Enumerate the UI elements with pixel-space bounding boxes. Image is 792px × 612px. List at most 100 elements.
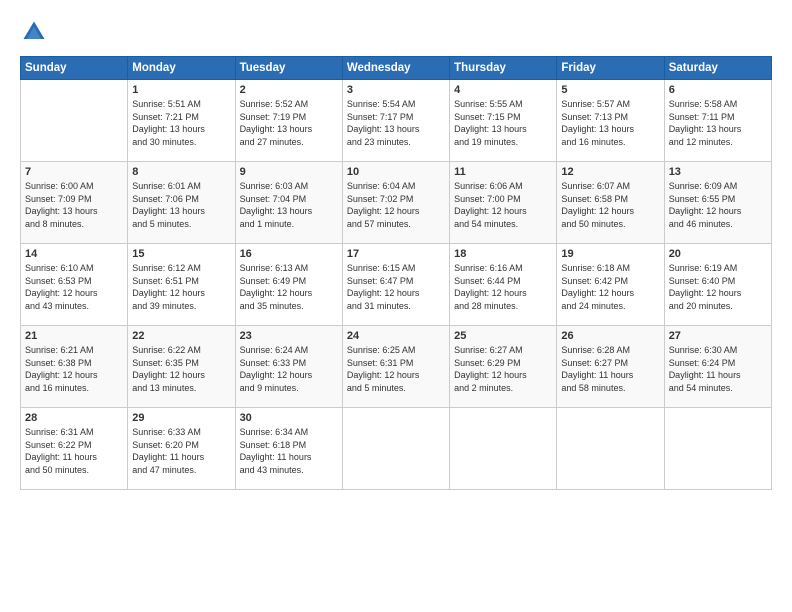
calendar-cell: 6 Sunrise: 5:58 AMSunset: 7:11 PMDaylight… [664, 80, 771, 162]
calendar-cell: 4 Sunrise: 5:55 AMSunset: 7:15 PMDaylight… [450, 80, 557, 162]
day-number: 23 [240, 330, 338, 342]
day-info: Sunrise: 6:12 AMSunset: 6:51 PMDaylight:… [132, 262, 230, 312]
day-info: Sunrise: 5:51 AMSunset: 7:21 PMDaylight:… [132, 98, 230, 148]
calendar-cell: 24Sunrise: 6:25 AMSunset: 6:31 PMDayligh… [342, 326, 449, 408]
day-number: 10 [347, 166, 445, 178]
calendar-cell: 20Sunrise: 6:19 AMSunset: 6:40 PMDayligh… [664, 244, 771, 326]
day-info: Sunrise: 6:03 AMSunset: 7:04 PMDaylight:… [240, 180, 338, 230]
day-number: 15 [132, 248, 230, 260]
day-number: 29 [132, 412, 230, 424]
day-info: Sunrise: 6:30 AMSunset: 6:24 PMDaylight:… [669, 344, 767, 394]
page: SundayMondayTuesdayWednesdayThursdayFrid… [0, 0, 792, 612]
calendar-cell: 3Sunrise: 5:54 AMSunset: 7:17 PMDaylight… [342, 80, 449, 162]
header-cell-saturday: Saturday [664, 57, 771, 80]
week-row-0: 1 Sunrise: 5:51 AMSunset: 7:21 PMDaylight… [21, 80, 772, 162]
week-row-4: 28 Sunrise: 6:31 AMSunset: 6:22 PMDayligh… [21, 408, 772, 490]
day-info: Sunrise: 6:18 AMSunset: 6:42 PMDaylight:… [561, 262, 659, 312]
day-info: Sunrise: 6:22 AMSunset: 6:35 PMDaylight:… [132, 344, 230, 394]
calendar-cell [557, 408, 664, 490]
calendar-cell [342, 408, 449, 490]
day-info: Sunrise: 6:24 AMSunset: 6:33 PMDaylight:… [240, 344, 338, 394]
calendar-cell [21, 80, 128, 162]
calendar-cell: 29 Sunrise: 6:33 AMSunset: 6:20 PMDayligh… [128, 408, 235, 490]
calendar-cell: 18 Sunrise: 6:16 AMSunset: 6:44 PMDayligh… [450, 244, 557, 326]
calendar-cell: 17 Sunrise: 6:15 AMSunset: 6:47 PMDayligh… [342, 244, 449, 326]
logo [20, 18, 52, 46]
day-info: Sunrise: 6:07 AMSunset: 6:58 PMDaylight:… [561, 180, 659, 230]
day-number: 12 [561, 166, 659, 178]
day-info: Sunrise: 6:34 AMSunset: 6:18 PMDaylight:… [240, 426, 338, 476]
logo-icon [20, 18, 48, 46]
day-info: Sunrise: 6:04 AMSunset: 7:02 PMDaylight:… [347, 180, 445, 230]
calendar-cell: 11 Sunrise: 6:06 AMSunset: 7:00 PMDayligh… [450, 162, 557, 244]
day-info: Sunrise: 6:09 AMSunset: 6:55 PMDaylight:… [669, 180, 767, 230]
day-number: 27 [669, 330, 767, 342]
calendar-cell: 9Sunrise: 6:03 AMSunset: 7:04 PMDaylight… [235, 162, 342, 244]
day-number: 8 [132, 166, 230, 178]
day-number: 28 [25, 412, 123, 424]
day-number: 25 [454, 330, 552, 342]
day-info: Sunrise: 6:21 AMSunset: 6:38 PMDaylight:… [25, 344, 123, 394]
day-number: 22 [132, 330, 230, 342]
day-info: Sunrise: 5:58 AMSunset: 7:11 PMDaylight:… [669, 98, 767, 148]
day-number: 21 [25, 330, 123, 342]
calendar-cell: 21 Sunrise: 6:21 AMSunset: 6:38 PMDayligh… [21, 326, 128, 408]
calendar-cell: 22 Sunrise: 6:22 AMSunset: 6:35 PMDayligh… [128, 326, 235, 408]
calendar-cell: 10 Sunrise: 6:04 AMSunset: 7:02 PMDayligh… [342, 162, 449, 244]
day-info: Sunrise: 6:33 AMSunset: 6:20 PMDaylight:… [132, 426, 230, 476]
calendar-cell: 2 Sunrise: 5:52 AMSunset: 7:19 PMDaylight… [235, 80, 342, 162]
day-number: 26 [561, 330, 659, 342]
day-number: 17 [347, 248, 445, 260]
calendar-cell: 15 Sunrise: 6:12 AMSunset: 6:51 PMDayligh… [128, 244, 235, 326]
day-info: Sunrise: 6:16 AMSunset: 6:44 PMDaylight:… [454, 262, 552, 312]
header-cell-thursday: Thursday [450, 57, 557, 80]
calendar-cell: 7 Sunrise: 6:00 AMSunset: 7:09 PMDaylight… [21, 162, 128, 244]
calendar-cell: 1 Sunrise: 5:51 AMSunset: 7:21 PMDaylight… [128, 80, 235, 162]
day-number: 4 [454, 84, 552, 96]
day-info: Sunrise: 6:19 AMSunset: 6:40 PMDaylight:… [669, 262, 767, 312]
day-info: Sunrise: 5:52 AMSunset: 7:19 PMDaylight:… [240, 98, 338, 148]
day-number: 14 [25, 248, 123, 260]
header-cell-tuesday: Tuesday [235, 57, 342, 80]
calendar-cell [450, 408, 557, 490]
header-row: SundayMondayTuesdayWednesdayThursdayFrid… [21, 57, 772, 80]
day-number: 7 [25, 166, 123, 178]
header-cell-sunday: Sunday [21, 57, 128, 80]
calendar-body: 1 Sunrise: 5:51 AMSunset: 7:21 PMDaylight… [21, 80, 772, 490]
day-info: Sunrise: 5:57 AMSunset: 7:13 PMDaylight:… [561, 98, 659, 148]
day-info: Sunrise: 6:28 AMSunset: 6:27 PMDaylight:… [561, 344, 659, 394]
day-number: 11 [454, 166, 552, 178]
day-info: Sunrise: 6:01 AMSunset: 7:06 PMDaylight:… [132, 180, 230, 230]
calendar-cell: 8 Sunrise: 6:01 AMSunset: 7:06 PMDaylight… [128, 162, 235, 244]
day-info: Sunrise: 6:13 AMSunset: 6:49 PMDaylight:… [240, 262, 338, 312]
calendar-cell: 5Sunrise: 5:57 AMSunset: 7:13 PMDaylight… [557, 80, 664, 162]
week-row-3: 21 Sunrise: 6:21 AMSunset: 6:38 PMDayligh… [21, 326, 772, 408]
day-number: 1 [132, 84, 230, 96]
calendar-table: SundayMondayTuesdayWednesdayThursdayFrid… [20, 56, 772, 490]
day-info: Sunrise: 6:10 AMSunset: 6:53 PMDaylight:… [25, 262, 123, 312]
calendar-cell [664, 408, 771, 490]
calendar-header: SundayMondayTuesdayWednesdayThursdayFrid… [21, 57, 772, 80]
day-info: Sunrise: 5:55 AMSunset: 7:15 PMDaylight:… [454, 98, 552, 148]
day-number: 16 [240, 248, 338, 260]
calendar-cell: 19Sunrise: 6:18 AMSunset: 6:42 PMDayligh… [557, 244, 664, 326]
week-row-2: 14 Sunrise: 6:10 AMSunset: 6:53 PMDayligh… [21, 244, 772, 326]
day-number: 18 [454, 248, 552, 260]
day-info: Sunrise: 6:27 AMSunset: 6:29 PMDaylight:… [454, 344, 552, 394]
calendar-cell: 26 Sunrise: 6:28 AMSunset: 6:27 PMDayligh… [557, 326, 664, 408]
header-cell-friday: Friday [557, 57, 664, 80]
calendar-cell: 23 Sunrise: 6:24 AMSunset: 6:33 PMDayligh… [235, 326, 342, 408]
header [20, 18, 772, 46]
day-number: 24 [347, 330, 445, 342]
day-info: Sunrise: 6:31 AMSunset: 6:22 PMDaylight:… [25, 426, 123, 476]
day-info: Sunrise: 6:06 AMSunset: 7:00 PMDaylight:… [454, 180, 552, 230]
day-info: Sunrise: 6:00 AMSunset: 7:09 PMDaylight:… [25, 180, 123, 230]
calendar-cell: 28 Sunrise: 6:31 AMSunset: 6:22 PMDayligh… [21, 408, 128, 490]
calendar-cell: 12 Sunrise: 6:07 AMSunset: 6:58 PMDayligh… [557, 162, 664, 244]
week-row-1: 7 Sunrise: 6:00 AMSunset: 7:09 PMDaylight… [21, 162, 772, 244]
day-info: Sunrise: 6:15 AMSunset: 6:47 PMDaylight:… [347, 262, 445, 312]
day-number: 6 [669, 84, 767, 96]
day-info: Sunrise: 5:54 AMSunset: 7:17 PMDaylight:… [347, 98, 445, 148]
calendar-cell: 25 Sunrise: 6:27 AMSunset: 6:29 PMDayligh… [450, 326, 557, 408]
day-number: 2 [240, 84, 338, 96]
